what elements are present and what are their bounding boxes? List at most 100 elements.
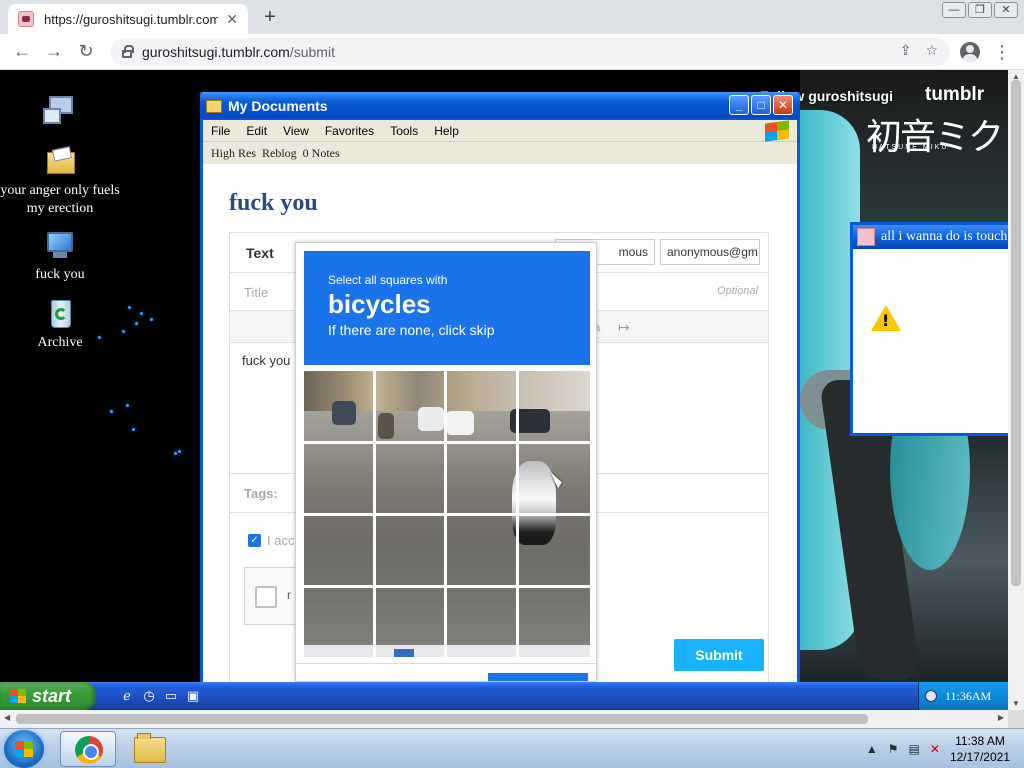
captcha-header: Select all squares with bicycles If ther…: [304, 251, 590, 365]
action-center-flag-icon[interactable]: ⚑: [888, 742, 899, 756]
desktop-icon-fuck-you[interactable]: fuck you: [0, 230, 120, 284]
menu-edit[interactable]: Edit: [246, 124, 267, 138]
check-icon[interactable]: ✓: [248, 534, 261, 547]
tags-input[interactable]: Tags:: [244, 486, 278, 501]
email-field[interactable]: anonymous@gm: [660, 239, 760, 265]
bookmark-star-icon[interactable]: ☆: [925, 42, 938, 59]
profile-button[interactable]: [956, 38, 984, 66]
folder-icon: [206, 99, 222, 113]
minimize-button[interactable]: _: [729, 95, 749, 115]
recaptcha-checkbox[interactable]: [255, 586, 277, 608]
vertical-scroll-thumb[interactable]: [1011, 80, 1021, 586]
agree-label: I acc: [267, 533, 295, 548]
tumblr-page: your anger only fuels my erection fuck y…: [0, 70, 1008, 710]
menu-view[interactable]: View: [283, 124, 309, 138]
alert-title-bar: all i wanna do is touch: [853, 225, 1008, 249]
url-host: guroshitsugi.tumblr.com: [142, 44, 290, 60]
menu-help[interactable]: Help: [434, 124, 459, 138]
tab-title: https://guroshitsugi.tumblr.com/: [44, 11, 219, 27]
tumblr-favicon-icon: [18, 11, 34, 27]
agree-checkbox-row[interactable]: ✓ I acc: [248, 533, 294, 548]
taskbar-file-explorer[interactable]: [122, 731, 178, 767]
warning-exclamation: !: [882, 311, 890, 330]
horizontal-scroll-thumb[interactable]: [16, 714, 868, 724]
tab-close-icon[interactable]: ✕: [226, 11, 238, 28]
forward-button[interactable]: →: [38, 36, 70, 68]
windows-logo-icon: [765, 120, 789, 142]
window-icon[interactable]: ▣: [184, 687, 202, 705]
desktop-icon-mail-folder[interactable]: your anger only fuels my erection: [0, 146, 120, 218]
taskbar-chrome[interactable]: [60, 731, 116, 767]
desktop-icon-archive[interactable]: Archive: [0, 298, 120, 352]
desktop-icon[interactable]: ▭: [162, 687, 180, 705]
xp-start-button[interactable]: start: [0, 682, 96, 710]
menu-tools[interactable]: Tools: [390, 124, 418, 138]
network-icon[interactable]: ▤: [909, 742, 920, 756]
clock-date: 12/17/2021: [949, 750, 1010, 764]
notes-link[interactable]: 0 Notes: [303, 146, 340, 161]
show-hidden-icons-icon[interactable]: ▲: [866, 742, 878, 756]
hatsune-miku-logo: 初音ミク: [866, 117, 1004, 158]
ie-computer-icon: [43, 230, 77, 262]
internet-explorer-icon[interactable]: ℯ: [118, 687, 136, 705]
submit-button[interactable]: Submit: [674, 639, 764, 671]
reblog-link[interactable]: Reblog: [262, 146, 297, 161]
page-title: fuck you: [229, 190, 318, 216]
xp-taskbar: start ℯ ◷ ▭ ▣ 11:36AM: [0, 682, 1008, 710]
desktop-icon-label: fuck you: [35, 267, 85, 282]
optional-label: Optional: [717, 285, 758, 297]
address-bar[interactable]: guroshitsugi.tumblr.com/submit ⇪ ☆: [110, 38, 950, 66]
windows-start-button[interactable]: [4, 730, 44, 768]
mail-folder-icon: [43, 146, 77, 178]
post-body-editor[interactable]: fuck you: [242, 353, 290, 368]
menu-bar: File Edit View Favorites Tools Help: [203, 120, 797, 142]
close-window-button[interactable]: ✕: [994, 2, 1018, 18]
recaptcha-label: r: [287, 588, 291, 602]
verify-button[interactable]: [488, 673, 588, 681]
browser-tab-bar: https://guroshitsugi.tumblr.com/ ✕ + — ❐…: [0, 0, 1024, 34]
desktop-icon-label: Archive: [37, 335, 83, 350]
avatar-icon: [960, 42, 980, 62]
browser-toolbar: ← → ↻ guroshitsugi.tumblr.com/submit ⇪ ☆: [0, 34, 1024, 70]
clock-time: 11:38 AM: [955, 734, 1005, 748]
windows-flag-icon: [10, 689, 26, 703]
high-res-link[interactable]: High Res: [211, 146, 256, 161]
new-tab-button[interactable]: +: [258, 6, 282, 30]
lock-icon[interactable]: [122, 45, 134, 58]
windows-taskbar: ▲ ⚑ ▤ ✕ 11:38 AM 12/17/2021: [0, 728, 1024, 768]
system-tray: ▲ ⚑ ▤ ✕ 11:38 AM 12/17/2021: [866, 729, 1024, 768]
recaptcha-challenge: Select all squares with bicycles If ther…: [295, 242, 597, 682]
horizontal-scrollbar[interactable]: ◀ ▶: [0, 710, 1008, 728]
xp-system-tray: 11:36AM: [918, 682, 1008, 710]
title-input[interactable]: Title: [244, 285, 268, 300]
menu-favorites[interactable]: Favorites: [325, 124, 374, 138]
back-button[interactable]: ←: [6, 36, 38, 68]
window-title-bar[interactable]: My Documents: [200, 92, 800, 120]
maximize-button[interactable]: □: [751, 95, 771, 115]
post-info-bar: High Res Reblog 0 Notes: [203, 142, 797, 164]
text-tab[interactable]: Text: [246, 245, 274, 261]
network-icon[interactable]: [925, 690, 937, 702]
restore-window-button[interactable]: ❐: [968, 2, 992, 18]
desktop-icon-label: your anger only fuels my erection: [0, 183, 120, 216]
desktop-icon-my-computer[interactable]: [0, 94, 120, 130]
hatsune-miku-logo-subtitle: HATSUNE MIKU: [872, 144, 949, 151]
vertical-scrollbar[interactable]: ▲ ▼: [1008, 70, 1024, 710]
browser-tab[interactable]: https://guroshitsugi.tumblr.com/ ✕: [8, 4, 248, 34]
minimize-window-button[interactable]: —: [942, 2, 966, 18]
menu-file[interactable]: File: [211, 124, 230, 138]
taskbar-clock[interactable]: 11:38 AM 12/17/2021: [950, 733, 1010, 765]
share-icon[interactable]: ⇪: [900, 42, 912, 59]
my-computer-icon: [43, 94, 77, 126]
reload-button[interactable]: ↻: [70, 36, 102, 68]
alert-title: all i wanna do is touch: [881, 229, 1008, 244]
tumblr-logo[interactable]: tumblr: [925, 84, 984, 106]
window-controls: — ❐ ✕: [942, 0, 1024, 20]
browser-menu-button[interactable]: ⋮: [988, 38, 1016, 66]
url-path: /submit: [289, 44, 335, 60]
close-button[interactable]: ✕: [773, 95, 793, 115]
indent-icon[interactable]: ↦: [618, 319, 630, 336]
clock-app-icon[interactable]: ◷: [140, 687, 158, 705]
start-label: start: [32, 685, 72, 706]
volume-muted-icon[interactable]: ✕: [930, 742, 940, 756]
